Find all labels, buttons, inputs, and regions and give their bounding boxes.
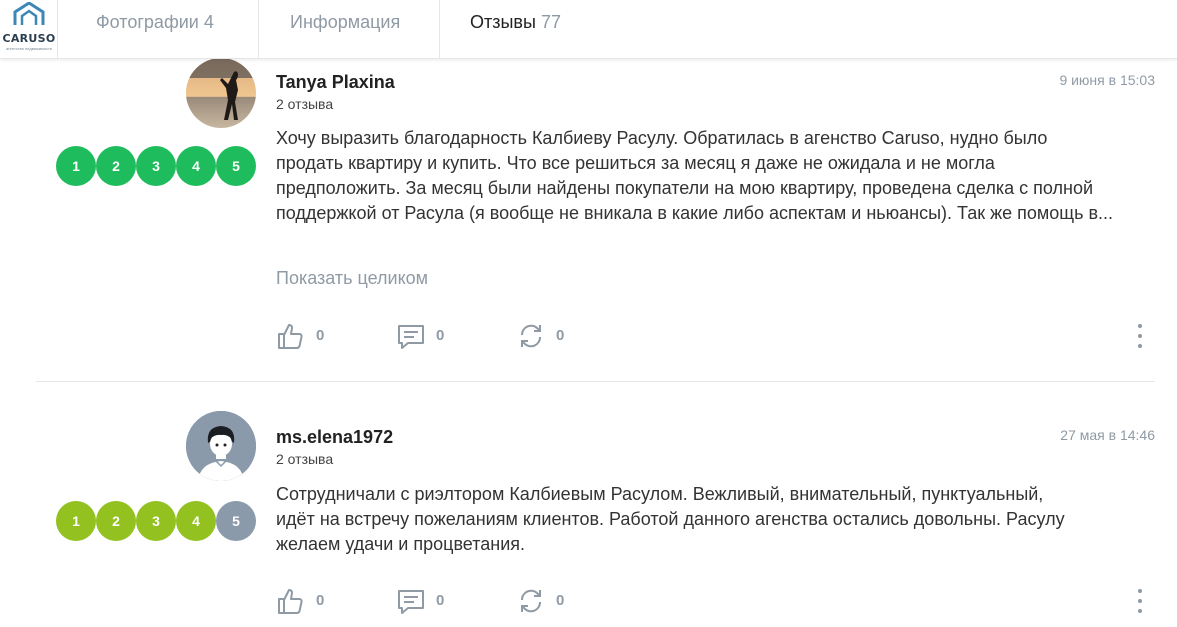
rating-dot: 4 [176,501,216,541]
repost-count: 0 [556,327,565,344]
rating-dot: 5 [216,501,256,541]
beach-photo-icon [186,58,256,128]
thumbs-up-icon [278,589,303,614]
rating-dot: 3 [136,146,176,186]
author-name[interactable]: ms.elena1972 [276,427,393,448]
author-reviews-count: 2 отзыва [276,96,334,112]
rating-dot: 4 [176,146,216,186]
review-date: 9 июня в 15:03 [1059,72,1155,88]
more-options-icon[interactable] [1130,587,1150,615]
user-avatar-icon [186,411,256,481]
repost-icon [520,589,542,613]
rating-dot: 5 [216,146,256,186]
repost-button[interactable]: 0 [516,586,576,616]
rating-dot: 3 [136,501,176,541]
caruso-logo[interactable]: CARUSO агентство недвижимости [0,0,58,58]
tab-photos[interactable]: Фотографии 4 [58,0,258,58]
top-bar: CARUSO агентство недвижимости Фотографии… [0,0,1177,59]
like-count: 0 [316,327,325,344]
like-button[interactable]: 0 [276,321,336,351]
logo-text: CARUSO [2,32,56,45]
house-logo-icon [13,2,45,25]
repost-button[interactable]: 0 [516,321,576,351]
more-options-icon[interactable] [1130,322,1150,350]
rating-dot: 1 [56,501,96,541]
show-more-link[interactable]: Показать целиком [276,268,428,289]
comment-button[interactable]: 0 [396,586,456,616]
review-date: 27 мая в 14:46 [1060,427,1155,443]
rating-dot: 2 [96,501,136,541]
rating-dot: 1 [56,146,96,186]
rating-dot: 2 [96,146,136,186]
author-reviews-count: 2 отзыва [276,451,334,467]
author-name[interactable]: Tanya Plaxina [276,72,395,93]
comment-count: 0 [436,592,445,609]
review-text: Хочу выразить благодарность Калбиеву Рас… [276,128,1114,223]
thumbs-up-icon [278,324,303,349]
like-count: 0 [316,592,325,609]
comment-button[interactable]: 0 [396,321,456,351]
avatar[interactable] [186,58,256,128]
repost-icon [520,324,542,348]
logo-tagline: агентство недвижимости [5,46,53,51]
tab-count: 77 [540,12,561,32]
review-card: 1 2 3 4 5 ms.elena1972 2 отзыва 27 мая в… [0,381,1177,627]
comment-icon [398,325,424,349]
tab-label: Фотографии [96,12,199,32]
like-button[interactable]: 0 [276,586,336,616]
review-text: Сотрудничали с риэлтором Калбиевым Расул… [276,484,1065,554]
tab-label: Отзывы [470,12,536,32]
avatar[interactable] [186,411,256,481]
tab-reviews[interactable]: Отзывы 77 [432,0,632,58]
repost-count: 0 [556,592,565,609]
rating-scale: 1 2 3 4 5 [56,146,256,186]
tab-label: Информация [290,12,401,32]
tab-information[interactable]: Информация [252,0,440,58]
comment-icon [398,590,424,614]
tab-count: 4 [203,12,214,32]
rating-scale: 1 2 3 4 5 [56,501,256,541]
comment-count: 0 [436,327,445,344]
